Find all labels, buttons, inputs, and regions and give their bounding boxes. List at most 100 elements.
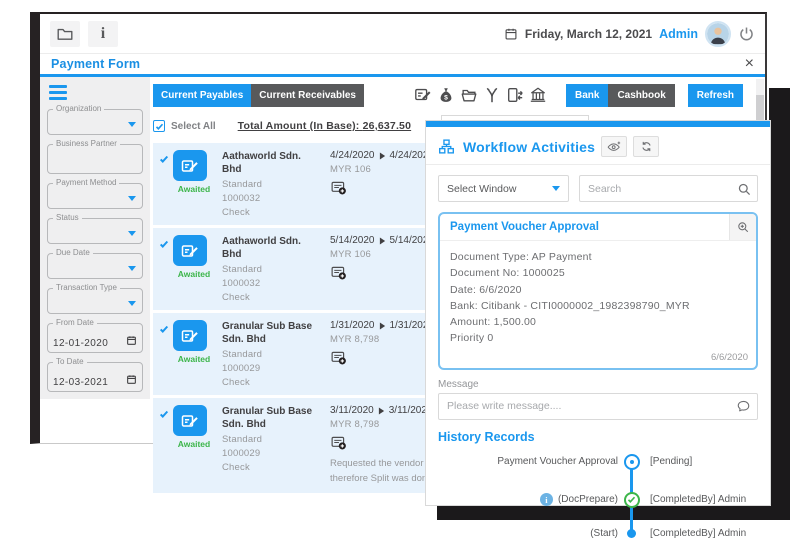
payment-method: Check — [222, 377, 322, 388]
calendar-icon[interactable] — [126, 374, 137, 385]
refresh-icon[interactable] — [633, 136, 659, 157]
schedule-doc-icon[interactable] — [330, 179, 347, 196]
bank-building-icon[interactable] — [529, 86, 547, 104]
chevron-down-icon — [128, 266, 136, 271]
business-partner-field[interactable]: Business Partner — [47, 144, 143, 174]
message-input[interactable] — [439, 400, 729, 412]
chat-bubble-icon[interactable] — [729, 399, 757, 413]
status-select[interactable]: Status — [47, 218, 143, 244]
schedule-doc-icon[interactable] — [330, 349, 347, 366]
detail-doc-type: Document Type: AP Payment — [450, 249, 746, 265]
device-transfer-icon[interactable] — [506, 86, 524, 104]
chevron-down-icon — [128, 196, 136, 201]
arrow-right-icon — [379, 322, 386, 330]
status-badge: Awaited — [173, 354, 215, 364]
bank-button[interactable]: Bank — [566, 84, 608, 107]
row-checkbox[interactable] — [159, 150, 173, 218]
workflow-search-input[interactable] — [580, 183, 731, 195]
from-date-field[interactable]: From Date 12-01-2020 — [47, 323, 143, 353]
close-icon[interactable]: × — [745, 56, 754, 72]
schedule-doc-icon[interactable] — [330, 264, 347, 281]
svg-text:$: $ — [444, 95, 448, 102]
due-date-select[interactable]: Due Date — [47, 253, 143, 279]
app-topbar: i Friday, March 12, 2021 Admin — [40, 14, 765, 54]
chevron-down-icon — [128, 122, 136, 127]
select-window-dropdown[interactable]: Select Window — [438, 175, 569, 202]
archive-icon[interactable] — [460, 86, 478, 104]
status-badge: Awaited — [173, 439, 215, 449]
power-icon[interactable] — [738, 25, 755, 42]
tab-current-receivables[interactable]: Current Receivables — [251, 84, 364, 107]
history-step-label: i (DocPrepare) — [438, 493, 618, 506]
arrow-right-icon — [379, 237, 386, 245]
status-badge: Awaited — [173, 269, 215, 279]
arrow-right-icon — [379, 152, 386, 160]
toolbar-icons: $ — [414, 86, 552, 104]
history-records-title: History Records — [438, 430, 758, 444]
workflow-activities-panel: Workflow Activities Select Window Paymen… — [425, 120, 771, 506]
toolbar: Current Payables Current Receivables $ — [153, 83, 757, 107]
payment-method-select[interactable]: Payment Method — [47, 183, 143, 209]
start-dot-icon — [627, 529, 636, 538]
row-checkbox[interactable] — [159, 320, 173, 388]
to-date-field[interactable]: To Date 12-03-2021 — [47, 362, 143, 392]
history-step-label: Payment Voucher Approval — [438, 456, 618, 467]
payment-note-icon[interactable] — [414, 86, 432, 104]
search-icon[interactable] — [731, 182, 757, 196]
avatar[interactable] — [705, 21, 731, 47]
payment-doc-icon[interactable] — [173, 150, 207, 181]
approval-card[interactable]: Payment Voucher Approval Document Type: … — [438, 212, 758, 370]
row-checkbox[interactable] — [159, 405, 173, 486]
schedule-doc-icon[interactable] — [330, 434, 347, 451]
select-all-label: Select All — [171, 121, 216, 132]
preview-eye-icon[interactable] — [601, 136, 627, 157]
doc-no: 1000029 — [222, 363, 322, 374]
money-bag-icon[interactable]: $ — [437, 86, 455, 104]
payment-method: Check — [222, 462, 322, 473]
approval-card-header: Payment Voucher Approval — [440, 214, 756, 241]
select-all-checkbox[interactable] — [153, 120, 165, 132]
detail-amount: Amount: 1,500.00 — [450, 314, 746, 330]
detail-priority: Priority 0 — [450, 330, 746, 346]
chevron-down-icon — [128, 231, 136, 236]
approval-date: 6/6/2020 — [440, 347, 756, 368]
history-item-start: (Start) [CompletedBy] Admin — [438, 528, 758, 539]
menu-icon[interactable] — [49, 85, 143, 100]
total-amount: Total Amount (In Base): 26,637.50 — [238, 120, 411, 132]
organization-select[interactable]: Organization — [47, 109, 143, 135]
info-icon[interactable]: i — [88, 21, 118, 47]
detail-date: Date: 6/6/2020 — [450, 282, 746, 298]
history-step-label: (Start) — [438, 528, 618, 539]
workflow-header: Workflow Activities — [426, 127, 770, 165]
business-partner-name: Aathaworld Sdn. Bhd — [222, 235, 322, 261]
doc-type: Standard — [222, 264, 322, 275]
approval-details: Document Type: AP Payment Document No: 1… — [440, 241, 756, 347]
refresh-button[interactable]: Refresh — [688, 84, 743, 107]
sitemap-icon — [438, 138, 455, 155]
payment-doc-icon[interactable] — [173, 235, 207, 266]
business-partner-name: Granular Sub Base Sdn. Bhd — [222, 320, 322, 346]
history-timeline: Payment Voucher Approval [Pending] i (Do… — [438, 452, 758, 544]
split-icon[interactable] — [483, 86, 501, 104]
cashbook-button[interactable]: Cashbook — [608, 84, 674, 107]
transaction-type-select[interactable]: Transaction Type — [47, 288, 143, 314]
message-box — [438, 393, 758, 420]
calendar-icon[interactable] — [126, 335, 137, 346]
workflow-controls: Select Window — [426, 165, 770, 202]
payment-doc-icon[interactable] — [173, 320, 207, 351]
row-checkbox[interactable] — [159, 235, 173, 303]
info-circle-icon[interactable]: i — [540, 493, 553, 506]
doc-type: Standard — [222, 434, 322, 445]
folder-icon[interactable] — [50, 21, 80, 47]
doc-no: 1000029 — [222, 448, 322, 459]
approval-title: Payment Voucher Approval — [440, 214, 729, 240]
history-item-pending: Payment Voucher Approval [Pending] — [438, 454, 758, 470]
chevron-down-icon — [552, 186, 560, 191]
user-name-link[interactable]: Admin — [659, 27, 698, 41]
zoom-in-icon[interactable] — [729, 214, 756, 240]
history-step-status: [CompletedBy] Admin — [650, 528, 746, 539]
payment-method: Check — [222, 207, 322, 218]
tab-current-payables[interactable]: Current Payables — [153, 84, 251, 107]
payment-doc-icon[interactable] — [173, 405, 207, 436]
chevron-down-icon — [128, 301, 136, 306]
